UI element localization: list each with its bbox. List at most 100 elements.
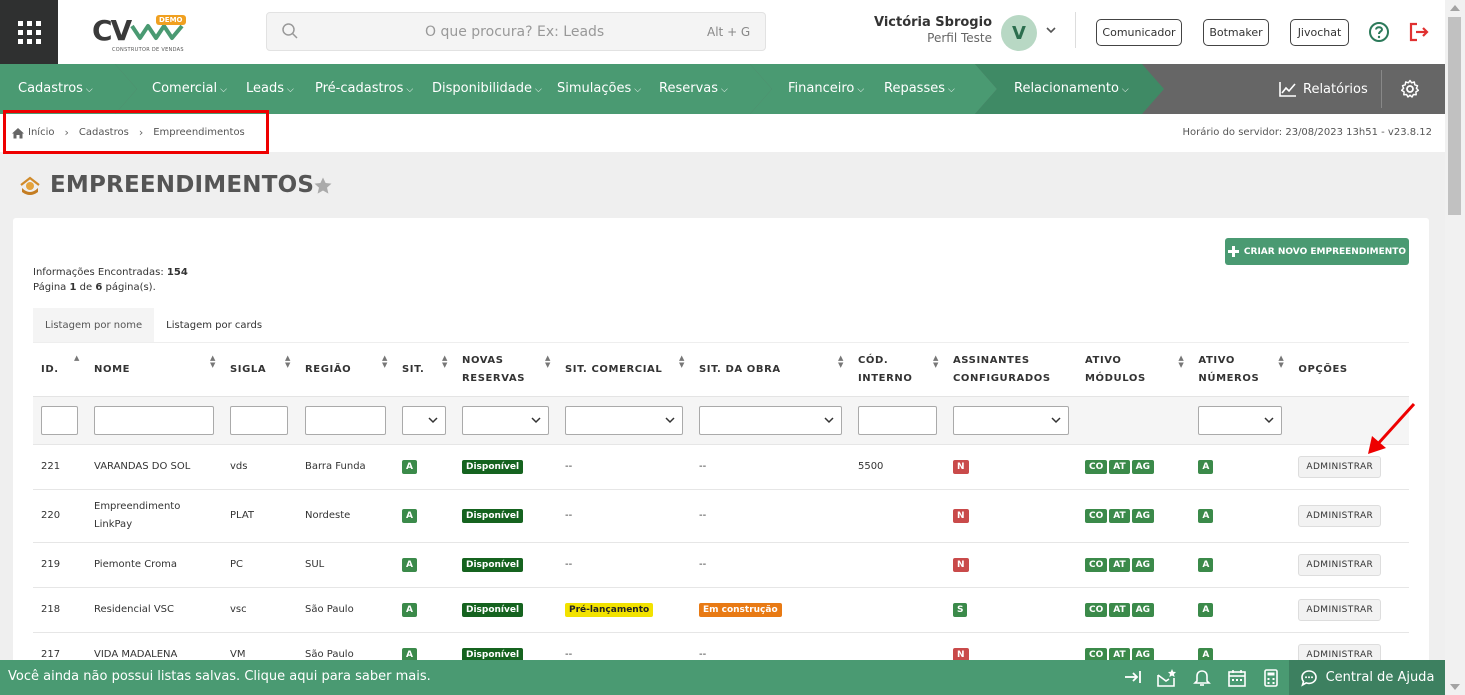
calendar-icon[interactable] [1227, 668, 1247, 688]
create-empreendimento-button[interactable]: CRIAR NOVO EMPREENDIMENTO [1225, 238, 1409, 265]
filter-sit-comercial-select[interactable] [564, 406, 683, 435]
nav-financeiro[interactable]: Financeiro ⌵ [788, 81, 864, 96]
jivochat-button[interactable]: Jivochat [1290, 19, 1349, 46]
module-ag-badge: AG [1131, 603, 1154, 617]
administrar-button[interactable]: ADMINISTRAR [1298, 456, 1382, 478]
page-prefix: Página [33, 282, 67, 293]
filter-novas-reservas-select[interactable] [461, 406, 549, 435]
col-ativo-modulos[interactable]: ATIVO MÓDULOS ▲ ▼ [1076, 342, 1191, 397]
filter-row [33, 396, 1409, 445]
vertical-scrollbar[interactable] [1445, 0, 1465, 695]
chevron-down-icon[interactable] [1045, 25, 1057, 35]
filter-ativo-numeros-select[interactable] [1198, 406, 1283, 435]
assinantes-badge: S [952, 603, 968, 617]
cell-id: 220 [33, 489, 86, 543]
logout-icon[interactable] [1408, 21, 1430, 43]
bell-icon[interactable] [1193, 668, 1211, 688]
filter-sit-select[interactable] [401, 406, 446, 435]
col-sit-comercial[interactable]: SIT. COMERCIAL ▲ ▼ [556, 342, 691, 397]
nav-simulacoes[interactable]: Simulações ⌵ [557, 81, 641, 96]
filter-sit-obra-select[interactable] [698, 406, 842, 435]
filter-regiao-input[interactable] [304, 406, 386, 435]
table-header-row: ID. ▲ NOME ▲ ▼ SIGLA ▲ ▼ REGIÃO ▲ ▼ SIT. ▲ ▼ NOVA… [33, 342, 1409, 397]
help-center-button[interactable]: Central de Ajuda [1289, 660, 1445, 695]
col-sit[interactable]: SIT. ▲ ▼ [393, 342, 454, 397]
filter-assinantes-select[interactable] [952, 406, 1069, 435]
botmaker-button[interactable]: Botmaker [1203, 19, 1269, 46]
nav-reservas[interactable]: Reservas ⌵ [659, 81, 728, 96]
nav-comercial[interactable]: Comercial ⌵ [152, 81, 227, 96]
tab-listagem-cards[interactable]: Listagem por cards [154, 308, 274, 342]
col-id[interactable]: ID. ▲ [33, 342, 86, 397]
nav-pre-cadastros-label: Pré-cadastros [315, 81, 404, 96]
sit-badge: A [401, 603, 417, 617]
assinantes-badge: N [952, 460, 969, 474]
nav-disponibilidade-label: Disponibilidade [432, 81, 533, 96]
sit-obra-badge: Em construção [698, 603, 782, 617]
module-at-badge: AT [1109, 603, 1130, 617]
chevron-down-icon [1264, 417, 1274, 424]
col-assinantes[interactable]: ASSINANTES CONFIGURADOS [944, 342, 1077, 397]
chevron-down-icon [1051, 417, 1061, 424]
administrar-button[interactable]: ADMINISTRAR [1298, 505, 1382, 527]
plus-icon [1227, 246, 1239, 257]
cell-regiao: São Paulo [296, 587, 394, 633]
arrow-to-right-icon[interactable] [1123, 668, 1143, 686]
cell-cod-interno [849, 542, 945, 588]
star-icon[interactable] [313, 176, 333, 196]
module-at-badge: AT [1109, 558, 1130, 572]
gear-icon[interactable] [1400, 79, 1420, 99]
col-novas-reservas[interactable]: NOVAS RESERVAS ▲ ▼ [453, 342, 557, 397]
logo[interactable]: CV DEMO CONSTRUTOR DE VENDAS [90, 10, 190, 54]
col-sit-obra[interactable]: SIT. DA OBRA ▲ ▼ [690, 342, 850, 397]
page-of: de [79, 282, 93, 293]
nav-financeiro-label: Financeiro [788, 81, 855, 96]
search-box[interactable]: O que procura? Ex: Leads Alt + G [266, 12, 766, 51]
module-co-badge: CO [1084, 558, 1108, 572]
nav-leads[interactable]: Leads ⌵ [246, 81, 294, 96]
filter-cod-interno-input[interactable] [857, 406, 937, 435]
col-regiao[interactable]: REGIÃO ▲ ▼ [296, 342, 394, 397]
col-ativo-numeros[interactable]: ATIVO NÚMEROS ▲ ▼ [1190, 342, 1291, 397]
numeros-badge: A [1198, 460, 1214, 474]
avatar[interactable]: V [1001, 15, 1037, 51]
col-sigla[interactable]: SIGLA ▲ ▼ [222, 342, 297, 397]
help-icon[interactable] [1368, 21, 1390, 43]
chevron-down-icon: ⌵ [287, 85, 294, 95]
filter-sigla-input[interactable] [230, 406, 288, 435]
scroll-up-arrow[interactable] [1450, 5, 1460, 11]
logo-text: CV [92, 14, 132, 47]
nav-disponibilidade[interactable]: Disponibilidade ⌵ [432, 81, 542, 96]
cell-cod-interno: 5500 [849, 444, 945, 490]
chevron-down-icon: ⌵ [1121, 85, 1129, 95]
sort-icon: ▲ ▼ [284, 354, 291, 369]
col-nome[interactable]: NOME ▲ ▼ [86, 342, 222, 397]
scroll-thumb[interactable] [1448, 17, 1461, 215]
cell-nome: Piemonte Croma [86, 542, 222, 588]
col-cod-interno-label: CÓD. INTERNO [857, 354, 913, 384]
col-cod-interno[interactable]: CÓD. INTERNO ▲ ▼ [849, 342, 945, 397]
administrar-button[interactable]: ADMINISTRAR [1298, 554, 1382, 576]
apps-menu-button[interactable] [0, 0, 58, 64]
scroll-down-arrow[interactable] [1450, 684, 1460, 690]
cell-regiao: Barra Funda [296, 444, 394, 490]
table-row: 218 Residencial VSC vsc São Paulo A Disp… [33, 587, 1409, 633]
nav-relacionamento[interactable]: Relacionamento ⌵ [1014, 81, 1129, 96]
page-suffix: página(s). [105, 282, 156, 293]
nav-relatorios[interactable]: Relatórios [1278, 80, 1368, 98]
empreendimentos-table: ID. ▲ NOME ▲ ▼ SIGLA ▲ ▼ REGIÃO ▲ ▼ SIT. ▲ ▼ NOVA… [33, 342, 1409, 678]
user-info[interactable]: Victória Sbrogio Perfil Teste [870, 15, 992, 45]
filter-id-input[interactable] [41, 406, 78, 435]
calculator-icon[interactable] [1262, 668, 1280, 688]
logo-wave-icon [130, 24, 184, 40]
nav-cadastros[interactable]: Cadastros ⌵ [18, 81, 93, 96]
nav-repasses[interactable]: Repasses ⌵ [884, 81, 955, 96]
nav-pre-cadastros[interactable]: Pré-cadastros ⌵ [315, 81, 413, 96]
filter-nome-input[interactable] [94, 406, 214, 435]
saved-lists-message[interactable]: Você ainda não possui listas salvas. Cli… [8, 669, 431, 684]
comunicador-button[interactable]: Comunicador [1096, 19, 1182, 46]
administrar-button[interactable]: ADMINISTRAR [1298, 599, 1382, 621]
mail-star-icon[interactable] [1156, 668, 1178, 688]
assinantes-badge: N [952, 558, 969, 572]
tab-listagem-nome[interactable]: Listagem por nome [33, 308, 155, 342]
